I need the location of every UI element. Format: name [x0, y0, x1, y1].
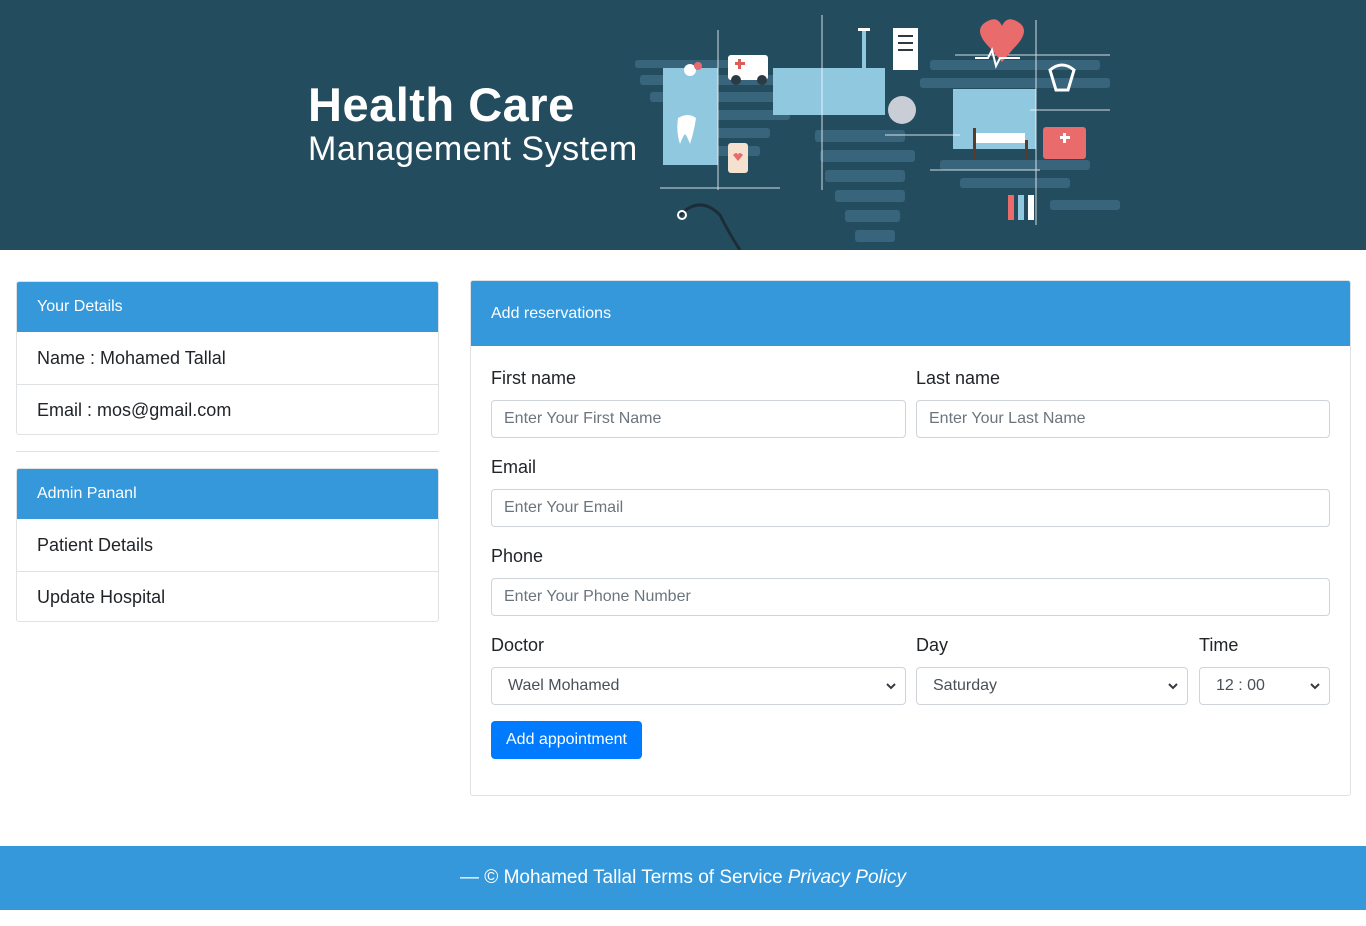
- admin-panel-card: Admin Pananl Patient Details Update Hosp…: [16, 468, 439, 622]
- sidebar-divider: [16, 451, 439, 452]
- add-appointment-button[interactable]: Add appointment: [491, 721, 642, 759]
- first-name-input[interactable]: [491, 400, 906, 438]
- chevron-down-icon: [1310, 683, 1320, 690]
- last-name-label: Last name: [916, 368, 1001, 388]
- doctor-select-value: Wael Mohamed: [508, 677, 620, 694]
- chevron-down-icon: [1168, 683, 1178, 690]
- chevron-down-icon: [886, 683, 896, 690]
- footer: — © Mohamed Tallal Terms of Service Priv…: [0, 846, 1366, 910]
- time-select[interactable]: 12 : 00: [1199, 667, 1330, 705]
- your-details-card: Your Details Name : Mohamed Tallal Email…: [16, 281, 439, 435]
- healthcare-illustration: [635, 15, 1120, 250]
- header-banner: Health Care Management System: [0, 0, 1366, 250]
- day-label: Day: [916, 635, 949, 655]
- add-reservations-card: Add reservations: [470, 280, 1351, 796]
- sidebar-item-update-hospital[interactable]: Update Hospital: [17, 571, 438, 621]
- banner-title-main: Health Care: [308, 78, 575, 131]
- your-details-header: Your Details: [17, 282, 438, 332]
- banner-title: Health Care Management System: [308, 78, 638, 169]
- footer-copyright: — © Mohamed Tallal Terms of Service: [460, 867, 783, 888]
- user-name: Name : Mohamed Tallal: [37, 347, 226, 368]
- email-input[interactable]: [491, 489, 1330, 527]
- phone-label: Phone: [491, 546, 544, 566]
- doctor-label: Doctor: [491, 635, 545, 655]
- first-name-label: First name: [491, 368, 577, 388]
- phone-input[interactable]: [491, 578, 1330, 616]
- doctor-select[interactable]: Wael Mohamed: [491, 667, 906, 705]
- privacy-policy-link[interactable]: Privacy Policy: [788, 867, 906, 889]
- time-label: Time: [1199, 635, 1239, 655]
- admin-panel-header: Admin Pananl: [17, 469, 438, 519]
- day-select-value: Saturday: [933, 677, 998, 694]
- time-select-value: 12 : 00: [1216, 677, 1265, 694]
- add-reservations-header: Add reservations: [471, 281, 1350, 346]
- user-email: Email : mos@gmail.com: [17, 384, 438, 434]
- sidebar-item-patient-details[interactable]: Patient Details: [17, 519, 438, 571]
- last-name-input[interactable]: [916, 400, 1330, 438]
- day-select[interactable]: Saturday: [916, 667, 1188, 705]
- banner-title-sub: Management System: [308, 130, 638, 168]
- email-label: Email: [491, 457, 537, 477]
